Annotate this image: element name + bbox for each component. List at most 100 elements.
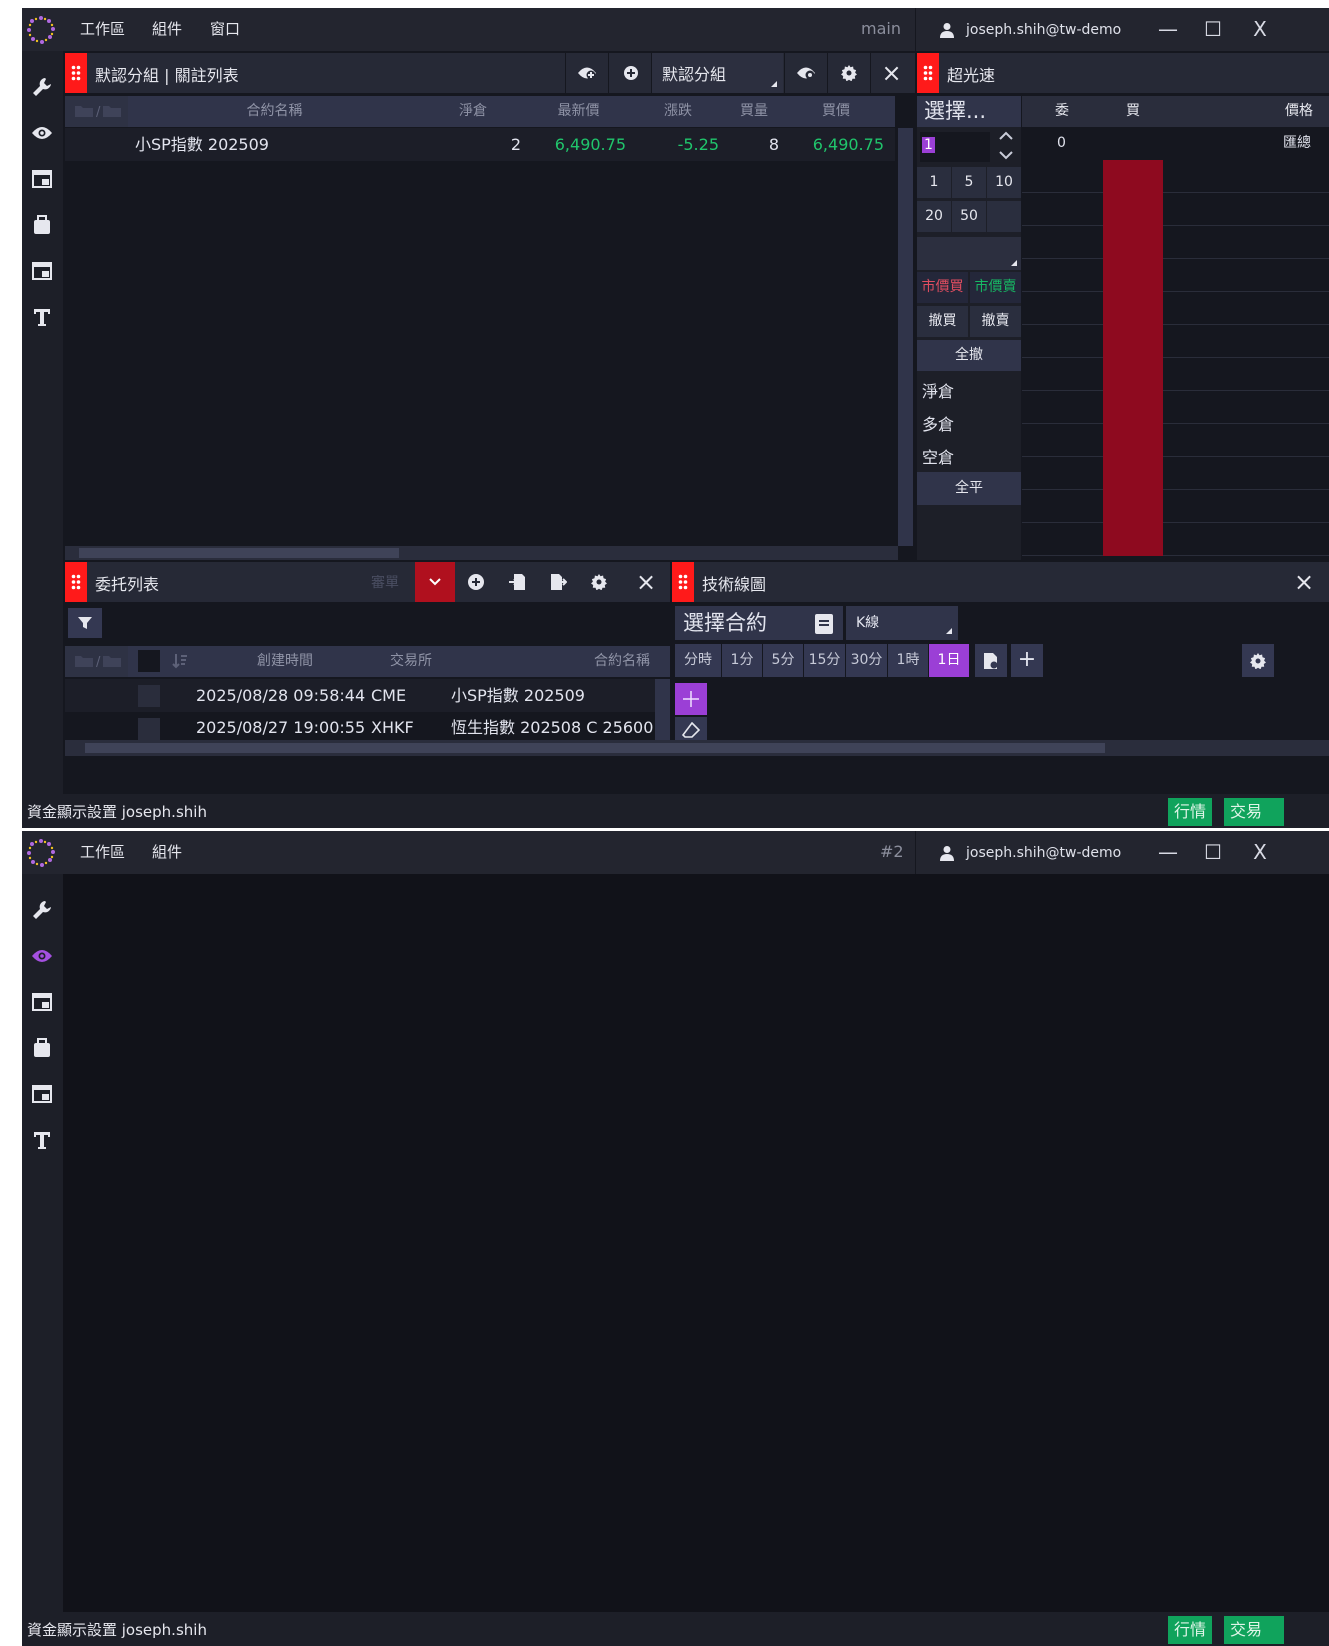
vertical-scrollbar[interactable]	[898, 128, 913, 546]
app-logo-icon[interactable]	[26, 838, 56, 868]
user-account[interactable]: joseph.shih@tw-demo	[915, 831, 1147, 874]
group-select[interactable]: 默認分組	[651, 53, 783, 93]
chart-type-select[interactable]: K線	[846, 606, 958, 640]
wrench-icon[interactable]	[28, 896, 56, 924]
text-icon[interactable]	[28, 1126, 56, 1154]
flatten-all-button[interactable]: 全平	[917, 472, 1021, 505]
window-icon[interactable]	[28, 257, 56, 285]
ladder-bid-cell[interactable]	[1103, 259, 1163, 292]
template-icon[interactable]	[975, 644, 1007, 677]
window-icon[interactable]	[28, 1080, 56, 1108]
ladder-row[interactable]	[1022, 226, 1329, 259]
ladder-bid-cell[interactable]	[1103, 160, 1163, 193]
wrench-icon[interactable]	[28, 73, 56, 101]
ladder-bid-cell[interactable]	[1103, 292, 1163, 325]
ladder-bid-cell[interactable]	[1103, 391, 1163, 424]
eye-icon[interactable]	[28, 119, 56, 147]
gear-icon[interactable]	[579, 562, 619, 602]
chevron-up-icon[interactable]	[992, 130, 1020, 146]
add-contract-icon[interactable]	[608, 53, 650, 93]
select-all-checkbox[interactable]	[138, 650, 160, 672]
tf-15min[interactable]: 15分	[804, 644, 845, 677]
tf-tick[interactable]: 分時	[675, 644, 721, 677]
export-icon[interactable]	[538, 562, 578, 602]
ladder-row[interactable]	[1022, 490, 1329, 523]
close-window-button[interactable]: X	[1244, 836, 1276, 868]
horizontal-scrollbar[interactable]	[65, 546, 898, 560]
cancel-buy-button[interactable]: 撤買	[917, 306, 968, 337]
menu-components[interactable]: 組件	[152, 18, 182, 39]
ladder-bid-cell[interactable]	[1103, 358, 1163, 391]
ladder-row[interactable]	[1022, 391, 1329, 424]
table-row[interactable]: 2025/08/27 19:00:55 XHKF 恆生指數 202508 C 2…	[65, 713, 655, 740]
eye-icon[interactable]	[28, 942, 56, 970]
folder-icon[interactable]: /	[65, 96, 128, 127]
chevron-down-icon[interactable]	[415, 562, 455, 602]
col-order-contract[interactable]: 合約名稱	[448, 646, 670, 677]
contract-select[interactable]: 選擇...	[917, 96, 1021, 127]
ladder-row[interactable]	[1022, 160, 1329, 193]
tf-1hour[interactable]: 1時	[888, 644, 928, 677]
qty-blank-button[interactable]	[987, 201, 1021, 232]
gear-icon[interactable]	[827, 53, 869, 93]
col-change[interactable]: 漲跌	[632, 96, 724, 127]
row-checkbox[interactable]	[138, 685, 160, 707]
ladder-bid-cell[interactable]	[1103, 325, 1163, 358]
market-buy-button[interactable]: 市價買	[917, 272, 968, 303]
trade-button[interactable]: 交易	[1224, 798, 1284, 826]
ladder-bid-cell[interactable]	[1103, 490, 1163, 523]
ladder-row[interactable]	[1022, 523, 1329, 556]
scrollbar-thumb[interactable]	[85, 743, 1105, 753]
panel-icon[interactable]	[28, 165, 56, 193]
drag-grip-icon[interactable]	[65, 53, 87, 93]
col-net-position[interactable]: 淨倉	[421, 96, 525, 127]
menu-window[interactable]: 窗口	[210, 18, 240, 39]
market-button[interactable]: 行情	[1168, 1616, 1213, 1644]
trade-button[interactable]: 交易	[1224, 1616, 1284, 1644]
menu-components[interactable]: 組件	[152, 841, 182, 862]
gear-icon[interactable]	[1242, 644, 1274, 677]
ladder-row[interactable]	[1022, 358, 1329, 391]
bottom-horizontal-scrollbar[interactable]	[65, 740, 1329, 756]
col-exchange[interactable]: 交易所	[375, 646, 447, 677]
import-icon[interactable]	[497, 562, 537, 602]
empty-workspace[interactable]	[63, 874, 1329, 1612]
table-row[interactable]: 2025/08/28 09:58:44 CME 小SP指數 202509	[65, 679, 655, 712]
crosshair-icon[interactable]	[675, 683, 707, 715]
ladder-row[interactable]	[1022, 292, 1329, 325]
ladder-bid-cell[interactable]	[1103, 193, 1163, 226]
qty-10-button[interactable]: 10	[987, 167, 1021, 198]
briefcase-icon[interactable]	[28, 1034, 56, 1062]
add-order-icon[interactable]	[456, 562, 496, 602]
drag-grip-icon[interactable]	[672, 562, 694, 602]
qty-5-button[interactable]: 5	[952, 167, 986, 198]
col-bid-price[interactable]: 買價	[784, 96, 888, 127]
close-panel-button[interactable]: ×	[625, 562, 667, 602]
tf-1day[interactable]: 1日	[929, 644, 969, 677]
quantity-input[interactable]: 1	[920, 132, 990, 162]
menu-workspace[interactable]: 工作區	[80, 841, 125, 862]
briefcase-icon[interactable]	[28, 211, 56, 239]
ladder-bid-cell[interactable]	[1103, 226, 1163, 259]
close-panel-button[interactable]: ×	[870, 53, 912, 93]
maximize-button[interactable]: ☐	[1197, 836, 1229, 868]
minimize-button[interactable]: —	[1152, 836, 1184, 868]
ladder-row[interactable]	[1022, 325, 1329, 358]
minimize-button[interactable]: —	[1152, 13, 1184, 45]
col-bid-qty[interactable]: 買量	[725, 96, 783, 127]
sort-icon[interactable]	[170, 646, 190, 677]
panel-icon[interactable]	[28, 988, 56, 1016]
ladder-rows[interactable]	[1022, 160, 1329, 556]
close-panel-button[interactable]: ×	[1284, 562, 1324, 602]
row-checkbox[interactable]	[138, 718, 160, 740]
cancel-sell-button[interactable]: 撤賣	[970, 306, 1021, 337]
ladder-row[interactable]	[1022, 259, 1329, 292]
ladder-bid-cell[interactable]	[1103, 457, 1163, 490]
eraser-icon[interactable]	[675, 717, 707, 740]
drag-grip-icon[interactable]	[917, 53, 939, 93]
filter-icon[interactable]	[68, 608, 102, 638]
add-indicator-button[interactable]: +	[1011, 644, 1043, 677]
tf-5min[interactable]: 5分	[763, 644, 803, 677]
qty-20-button[interactable]: 20	[917, 201, 951, 232]
status-text[interactable]: 資金顯示設置 joseph.shih	[27, 1619, 207, 1640]
